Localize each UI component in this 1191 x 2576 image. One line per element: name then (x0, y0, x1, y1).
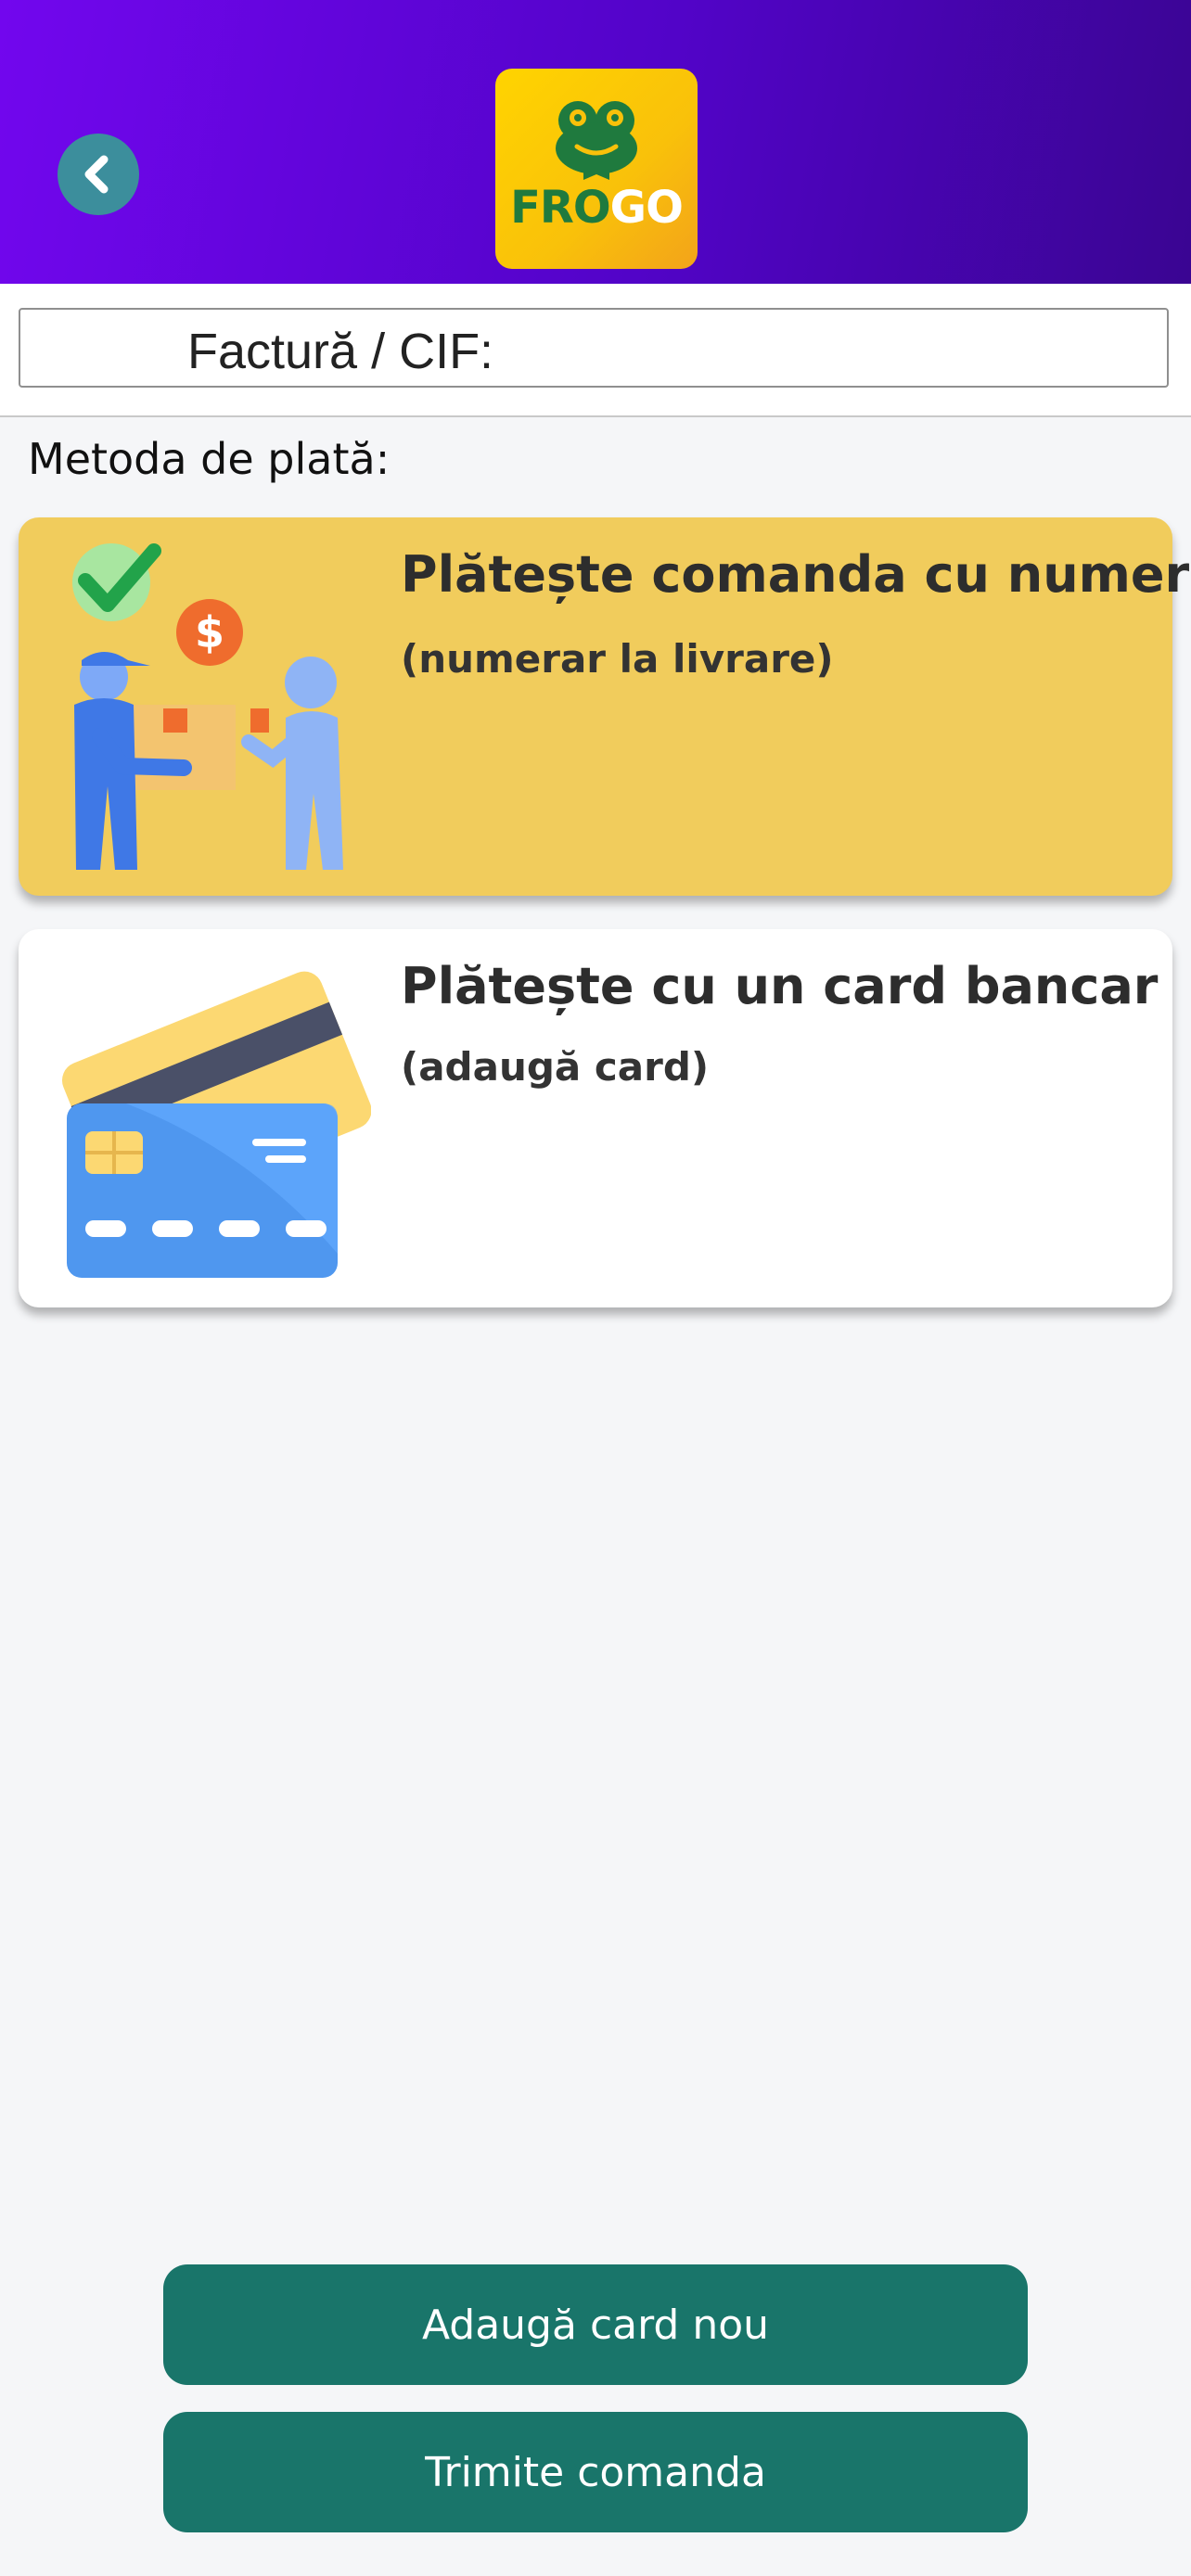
frog-icon (556, 101, 637, 180)
payment-method-label: Metoda de plată: (28, 434, 391, 484)
pay-cash-subtitle: (numerar la livrare) (401, 636, 834, 682)
header: FROGO (0, 0, 1191, 284)
pay-card-subtitle: (adaugă card) (401, 1044, 710, 1090)
invoice-cif-label: Factură / CIF: (187, 324, 494, 379)
pay-card-option[interactable]: Plătește cu un card bancar (adaugă card) (19, 929, 1172, 1307)
invoice-cif-field[interactable]: Factură / CIF: (19, 308, 1169, 388)
pay-card-title: Plătește cu un card bancar (401, 957, 1159, 1015)
brand-wordmark: FROGO (510, 182, 684, 234)
cash-delivery-illustration: $ (72, 543, 343, 870)
bank-card-illustration (61, 971, 371, 1278)
pay-cash-title: Plătește comanda cu numerar (401, 545, 1191, 604)
invoice-section: Factură / CIF: (0, 284, 1191, 417)
pay-cash-option[interactable]: $ Plătește comanda cu numerar (numerar l… (19, 517, 1191, 896)
submit-order-button[interactable]: Trimite comanda (163, 2412, 1028, 2532)
frogo-logo: FROGO (495, 69, 698, 269)
add-card-button[interactable]: Adaugă card nou (163, 2264, 1028, 2385)
back-button[interactable] (58, 134, 139, 215)
svg-text:$: $ (195, 607, 224, 657)
chevron-left-icon (84, 155, 109, 194)
